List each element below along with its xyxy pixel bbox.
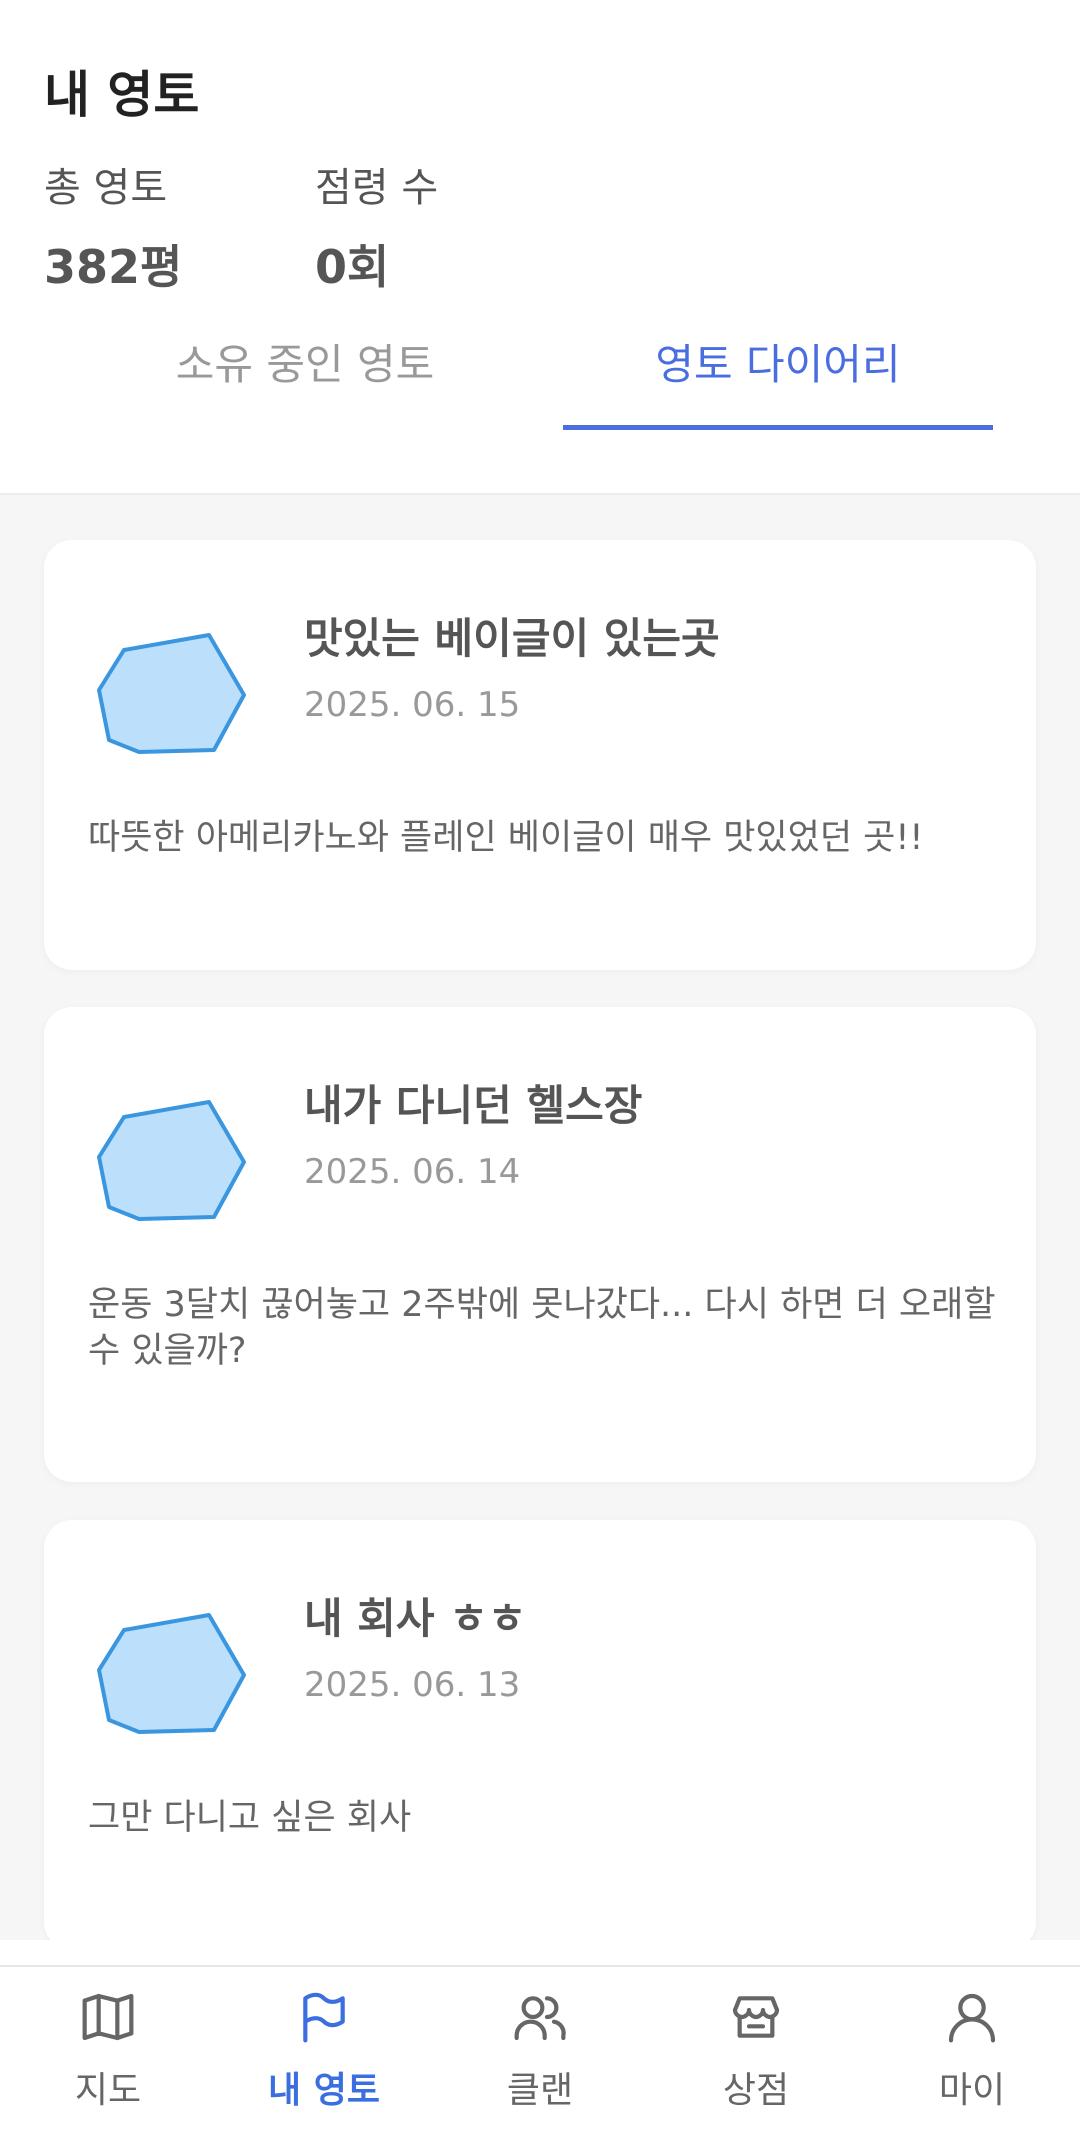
territory-polygon-icon <box>97 1613 246 1734</box>
diary-body: 운동 3달치 끊어놓고 2주밖에 못나갔다... 다시 하면 더 오래할 수 있… <box>88 1285 996 1371</box>
diary-body: 그만 다니고 싶은 회사 <box>88 1798 412 1838</box>
stat-label: 점령 수 <box>315 165 439 211</box>
stat-label: 총 영토 <box>44 165 168 211</box>
nav-my-territory[interactable]: 내 영토 <box>216 1989 432 2119</box>
nav-my[interactable]: 마이 <box>864 1989 1080 2119</box>
page-title: 내 영토 <box>44 66 200 124</box>
stat-value: 0회 <box>315 240 390 294</box>
territory-polygon-icon <box>97 1100 246 1221</box>
nav-label: 상점 <box>722 2070 790 2111</box>
diary-card[interactable]: 내 회사 ㅎㅎ 2025. 06. 13 그만 다니고 싶은 회사 <box>44 1520 1036 1940</box>
store-icon <box>732 1996 780 2038</box>
stat-occupation-count: 점령 수 0회 <box>315 155 438 297</box>
nav-label: 마이 <box>938 2070 1006 2111</box>
nav-clan[interactable]: 클랜 <box>432 1989 648 2119</box>
territory-polygon-icon <box>97 633 246 754</box>
nav-store[interactable]: 상점 <box>648 1989 864 2119</box>
tab-bar: 소유 중인 영토 영토 다이어리 <box>0 330 1080 430</box>
diary-title: 맛있는 베이글이 있는곳 <box>304 614 720 663</box>
user-icon <box>948 1993 996 2043</box>
diary-date: 2025. 06. 15 <box>304 685 521 725</box>
diary-title: 내가 다니던 헬스장 <box>304 1081 643 1130</box>
stat-value: 382평 <box>44 240 183 294</box>
stat-total-territory: 총 영토 382평 <box>44 155 182 297</box>
flag-icon <box>303 1992 345 2043</box>
diary-date: 2025. 06. 14 <box>304 1152 521 1192</box>
diary-card[interactable]: 맛있는 베이글이 있는곳 2025. 06. 15 따뜻한 아메리카노와 플레인… <box>44 540 1036 970</box>
map-icon <box>82 1993 134 2041</box>
tab-territory-diary[interactable]: 영토 다이어리 <box>563 330 993 430</box>
diary-body: 따뜻한 아메리카노와 플레인 베이글이 매우 맛있었던 곳!! <box>88 818 924 858</box>
diary-list[interactable]: 맛있는 베이글이 있는곳 2025. 06. 15 따뜻한 아메리카노와 플레인… <box>0 495 1080 1940</box>
nav-label: 클랜 <box>506 2070 574 2111</box>
bottom-nav: 지도 내 영토 클랜 상점 마이 <box>0 1965 1080 2130</box>
users-icon <box>514 1996 566 2041</box>
header: 내 영토 총 영토 382평 점령 수 0회 소유 중인 영토 영토 다이어리 <box>0 0 1080 495</box>
tab-owned-territory[interactable]: 소유 중인 영토 <box>90 330 520 430</box>
nav-label: 지도 <box>74 2070 142 2111</box>
diary-date: 2025. 06. 13 <box>304 1665 521 1705</box>
nav-label: 내 영토 <box>268 2070 380 2111</box>
nav-map[interactable]: 지도 <box>0 1989 216 2119</box>
diary-title: 내 회사 ㅎㅎ <box>304 1594 527 1643</box>
diary-card[interactable]: 내가 다니던 헬스장 2025. 06. 14 운동 3달치 끊어놓고 2주밖에… <box>44 1007 1036 1482</box>
